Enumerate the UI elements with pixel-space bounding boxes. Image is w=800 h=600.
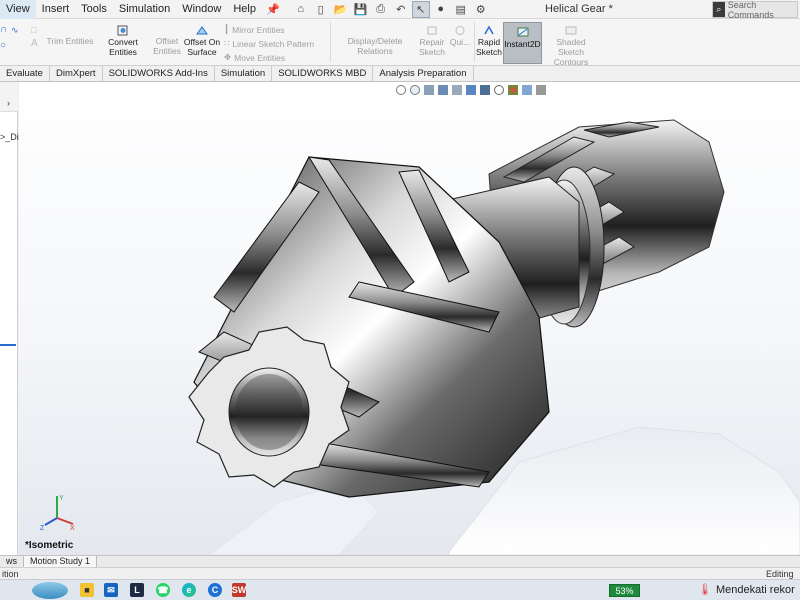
command-manager-tabs: Evaluate DimXpert SOLIDWORKS Add-Ins Sim… <box>0 66 800 82</box>
edge-browser-icon[interactable]: e <box>182 583 196 597</box>
rapid-sketch-button[interactable]: Rapid Sketch <box>476 25 502 57</box>
svg-text:Z: Z <box>40 525 45 530</box>
offset-on-surface-icon <box>196 26 208 35</box>
save-icon[interactable]: 💾 <box>352 1 370 18</box>
windows-taskbar: ■ ✉ L ☎ e C SW 53% 🌡 Mendekati rekor <box>0 579 800 600</box>
text-icon[interactable]: A <box>31 38 38 49</box>
menu-help[interactable]: Help <box>227 0 262 19</box>
tab-solidworks-mbd[interactable]: SOLIDWORKS MBD <box>272 66 374 81</box>
pattern-icon: ∷ <box>224 38 230 48</box>
menu-tools[interactable]: Tools <box>75 0 113 19</box>
circle-icon[interactable]: ○ <box>0 40 6 51</box>
mirror-entities-button[interactable]: ┃ Mirror Entities <box>224 24 285 35</box>
thermometer-icon: 🌡 <box>698 584 712 596</box>
weather-widget-icon[interactable] <box>32 582 68 599</box>
app-l-icon[interactable]: L <box>130 583 144 597</box>
shaded-sketch-contours-button[interactable]: Shaded Sketch Contours <box>545 25 597 67</box>
solidworks-app-icon[interactable]: SW <box>232 583 246 597</box>
weather-text: Mendekati rekor <box>715 583 795 596</box>
helical-gear-model[interactable] <box>19 82 800 555</box>
instant2d-icon <box>517 27 528 37</box>
new-document-icon[interactable]: ▯ <box>312 1 330 18</box>
battery-indicator[interactable]: 53% <box>609 584 640 597</box>
quick-snaps-button[interactable]: Qui... <box>449 25 471 47</box>
open-folder-icon[interactable]: 📂 <box>332 1 350 18</box>
tab-simulation[interactable]: Simulation <box>215 66 273 81</box>
ribbon: ∩ ○ ∿ □ A Trim Entities Convert Entities… <box>0 19 800 67</box>
convert-entities-icon <box>117 25 128 36</box>
tab-model-views[interactable]: ws <box>0 556 24 567</box>
tab-solidworks-addins[interactable]: SOLIDWORKS Add-Ins <box>103 66 215 81</box>
graphics-area[interactable]: Y X Z *Isometric <box>19 82 800 555</box>
quick-access-toolbar: ⌂ ▯ 📂 💾 ⎙ ↶ ↖ ● ▤ ⚙ <box>292 0 490 18</box>
home-icon[interactable]: ⌂ <box>292 1 310 18</box>
feature-tree-header: › <box>0 82 18 112</box>
sketch-fillet-icon[interactable]: □ <box>31 25 36 35</box>
instant2d-label: Instant2D <box>504 39 541 49</box>
status-bar: ition Editing P <box>0 567 800 591</box>
offset-on-surface-button[interactable]: Offset On Surface <box>183 25 221 57</box>
ribbon-divider <box>474 22 475 62</box>
print-icon[interactable]: ⎙ <box>372 1 390 18</box>
offset-entities-button[interactable]: Offset Entities <box>153 36 181 56</box>
linear-sketch-pattern-button[interactable]: ∷ Linear Sketch Pattern <box>224 38 314 49</box>
display-delete-relations-button[interactable]: Display/Delete Relations <box>333 36 417 56</box>
trim-entities-button[interactable]: Trim Entities <box>46 36 94 46</box>
move-entities-button[interactable]: ✥ Move Entities <box>224 52 285 63</box>
tab-evaluate[interactable]: Evaluate <box>0 66 50 81</box>
file-explorer-icon[interactable]: ■ <box>80 583 94 597</box>
menu-view[interactable]: View <box>0 0 36 19</box>
svg-text:Y: Y <box>59 495 64 502</box>
options-gear-icon[interactable]: ⚙ <box>472 1 490 18</box>
search-icon: ⌕ <box>713 2 725 17</box>
menu-insert[interactable]: Insert <box>36 0 76 19</box>
tab-analysis-preparation[interactable]: Analysis Preparation <box>373 66 474 81</box>
repair-sketch-icon <box>427 26 437 35</box>
convert-entities-button[interactable]: Convert Entities <box>94 25 152 57</box>
menu-window[interactable]: Window <box>176 0 227 19</box>
shaded-sketch-icon <box>565 26 577 35</box>
repair-sketch-button[interactable]: Repair Sketch <box>419 25 445 57</box>
view-orientation-label: *Isometric <box>25 540 74 551</box>
weather-status[interactable]: 🌡 Mendekati rekor <box>698 583 795 597</box>
chevron-right-icon[interactable]: › <box>7 98 10 108</box>
mail-icon[interactable]: ✉ <box>104 583 118 597</box>
selection-indicator <box>0 344 16 346</box>
whatsapp-icon[interactable]: ☎ <box>156 583 170 597</box>
spline-icon[interactable]: ∿ <box>11 25 19 36</box>
quick-snaps-icon <box>455 26 465 35</box>
rebuild-icon[interactable]: ● <box>432 1 450 18</box>
coordinate-triad-icon: Y X Z <box>40 495 75 530</box>
mirror-icon: ┃ <box>224 24 230 34</box>
svg-text:X: X <box>70 525 75 530</box>
search-commands-box[interactable]: ⌕ Search Commands <box>712 0 798 20</box>
pin-icon[interactable]: 📌 <box>266 3 280 16</box>
feature-manager-panel: › >_Di <box>0 82 19 555</box>
bottom-tabs: ws Motion Study 1 <box>0 555 800 567</box>
undo-icon[interactable]: ↶ <box>392 1 410 18</box>
rapid-sketch-icon <box>484 25 494 35</box>
chrome-like-browser-icon[interactable]: C <box>208 583 222 597</box>
tab-dimxpert[interactable]: DimXpert <box>50 66 103 81</box>
search-placeholder: Search Commands <box>727 0 774 20</box>
tab-motion-study-1[interactable]: Motion Study 1 <box>24 556 98 567</box>
feature-tree-item[interactable]: >_Di <box>0 132 19 142</box>
menu-simulation[interactable]: Simulation <box>113 0 176 19</box>
document-title: Helical Gear * <box>545 3 613 15</box>
ribbon-divider <box>330 22 331 62</box>
menubar: View Insert Tools Simulation Window Help… <box>0 0 800 19</box>
file-properties-icon[interactable]: ▤ <box>452 1 470 18</box>
move-icon: ✥ <box>224 52 232 62</box>
instant2d-button[interactable]: Instant2D <box>503 22 542 64</box>
select-pointer-icon[interactable]: ↖ <box>411 0 430 18</box>
sketch-line-icon[interactable]: ∩ <box>0 24 7 35</box>
